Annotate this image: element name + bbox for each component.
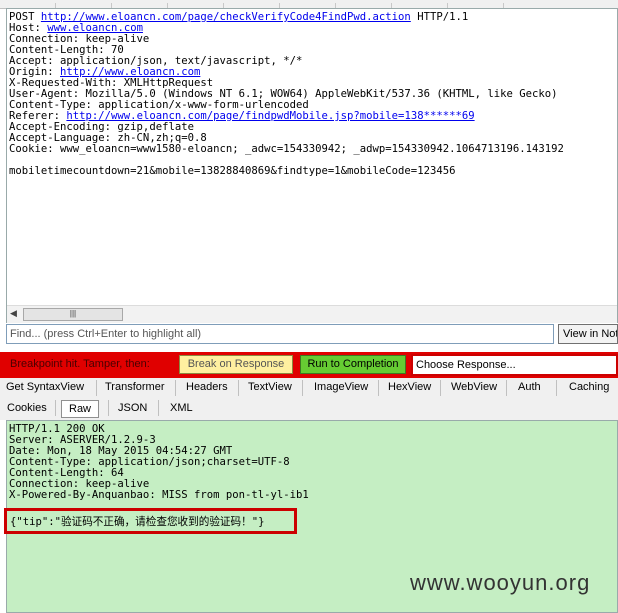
tab-caching[interactable]: Caching <box>569 381 609 393</box>
breakpoint-message: Breakpoint hit. Tamper, then: <box>10 358 150 370</box>
request-text: POST http://www.eloancn.com/page/checkVe… <box>9 11 564 177</box>
scrollbar-thumb[interactable]: ||| <box>23 308 123 321</box>
response-text: HTTP/1.1 200 OK Server: ASERVER/1.2.9-3 … <box>9 423 309 501</box>
scroll-left-icon[interactable]: ◀ <box>10 308 17 319</box>
request-raw-pane[interactable]: POST http://www.eloancn.com/page/checkVe… <box>6 8 618 323</box>
tab-transformer[interactable]: Transformer <box>105 381 165 393</box>
horizontal-scrollbar[interactable]: ◀ ||| <box>7 305 617 323</box>
tab-raw[interactable]: Raw <box>61 400 100 418</box>
response-tabs-row2: Cookies Raw JSON XML <box>0 398 618 420</box>
tab-get-syntaxview[interactable]: Get SyntaxView <box>6 381 84 393</box>
break-on-response-button[interactable]: Break on Response <box>179 355 293 374</box>
watermark: www.wooyun.org <box>410 570 591 595</box>
tab-auth[interactable]: Auth <box>518 381 541 393</box>
run-to-completion-button[interactable]: Run to Completion <box>300 355 406 374</box>
find-input[interactable]: Find... (press Ctrl+Enter to highlight a… <box>6 324 554 344</box>
choose-response-dropdown[interactable]: Choose Response... <box>411 354 618 376</box>
tab-xml[interactable]: XML <box>170 402 193 414</box>
tab-cookies[interactable]: Cookies <box>7 402 47 414</box>
tab-json[interactable]: JSON <box>118 402 147 414</box>
view-in-notepad-button[interactable]: View in Not <box>558 324 618 344</box>
tab-hexview[interactable]: HexView <box>388 381 431 393</box>
tab-headers[interactable]: Headers <box>186 381 228 393</box>
request-body: mobiletimecountdown=21&mobile=1382884086… <box>9 165 456 177</box>
response-tabs-row1: Get SyntaxView Transformer Headers TextV… <box>0 378 618 399</box>
tab-imageview[interactable]: ImageView <box>314 381 368 393</box>
tab-webview[interactable]: WebView <box>451 381 497 393</box>
response-body: {"tip":"验证码不正确，请检查您收到的验证码！"} <box>10 516 265 528</box>
tab-textview[interactable]: TextView <box>248 381 292 393</box>
